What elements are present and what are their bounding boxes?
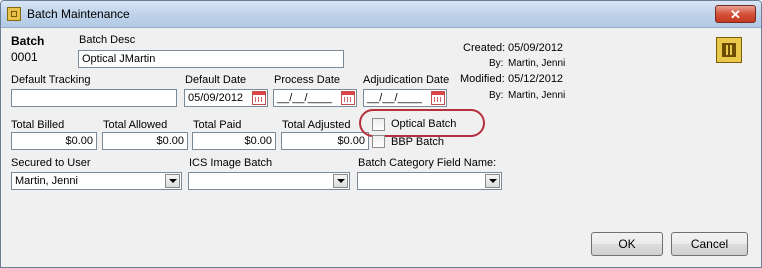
secured-user-value: Martin, Jenni bbox=[15, 175, 78, 187]
batch-desc-input[interactable]: Optical JMartin bbox=[78, 50, 344, 68]
calendar-icon[interactable] bbox=[341, 91, 355, 105]
total-paid-input[interactable]: $0.00 bbox=[192, 132, 276, 150]
calendar-icon[interactable] bbox=[252, 91, 266, 105]
adjudication-date-value: __/__/____ bbox=[367, 92, 423, 104]
cancel-button[interactable]: Cancel bbox=[671, 232, 748, 256]
close-button[interactable]: ✕ bbox=[715, 5, 756, 23]
category-select[interactable] bbox=[357, 172, 502, 190]
total-billed-label: Total Billed bbox=[11, 119, 65, 131]
batch-desc-label: Batch Desc bbox=[79, 34, 136, 46]
total-adjusted-label: Total Adjusted bbox=[282, 119, 351, 131]
default-tracking-input[interactable] bbox=[11, 89, 177, 107]
optical-batch-label: Optical Batch bbox=[391, 118, 457, 130]
secured-user-label: Secured to User bbox=[11, 157, 91, 169]
total-allowed-input[interactable]: $0.00 bbox=[102, 132, 188, 150]
adjudication-date-input[interactable]: __/__/____ bbox=[363, 89, 447, 107]
adjudication-date-label: Adjudication Date bbox=[363, 74, 450, 86]
default-date-input[interactable]: 05/09/2012 bbox=[184, 89, 268, 107]
modified-label: Modified: bbox=[460, 73, 505, 85]
chevron-down-icon[interactable] bbox=[333, 174, 348, 188]
bbp-batch-label: BBP Batch bbox=[391, 136, 444, 148]
process-date-value: __/__/____ bbox=[277, 92, 333, 104]
modified-by-label: By: bbox=[489, 90, 504, 101]
optical-batch-checkbox[interactable] bbox=[372, 118, 385, 131]
chevron-down-icon[interactable] bbox=[165, 174, 180, 188]
app-icon bbox=[7, 7, 21, 21]
total-allowed-label: Total Allowed bbox=[103, 119, 168, 131]
ics-image-select[interactable] bbox=[188, 172, 350, 190]
ok-button[interactable]: OK bbox=[591, 232, 663, 256]
batch-number: 0001 bbox=[11, 50, 38, 64]
created-by: Martin, Jenni bbox=[508, 58, 566, 69]
bbp-batch-checkbox[interactable] bbox=[372, 135, 385, 148]
total-adjusted-input[interactable]: $0.00 bbox=[281, 132, 369, 150]
batch-label: Batch bbox=[11, 34, 45, 48]
batch-maintenance-window: Batch Maintenance ✕ Batch 0001 Batch Des… bbox=[0, 0, 762, 268]
default-date-label: Default Date bbox=[185, 74, 247, 86]
modified-date: 05/12/2012 bbox=[508, 73, 564, 85]
ics-image-label: ICS Image Batch bbox=[189, 157, 273, 169]
total-paid-label: Total Paid bbox=[193, 119, 242, 131]
window-title: Batch Maintenance bbox=[27, 7, 130, 21]
secured-user-select[interactable]: Martin, Jenni bbox=[11, 172, 182, 190]
default-tracking-label: Default Tracking bbox=[11, 74, 91, 86]
batch-building-icon bbox=[716, 37, 742, 63]
process-date-input[interactable]: __/__/____ bbox=[273, 89, 357, 107]
title-bar[interactable]: Batch Maintenance ✕ bbox=[1, 1, 761, 28]
chevron-down-icon[interactable] bbox=[485, 174, 500, 188]
default-date-value: 05/09/2012 bbox=[188, 92, 244, 104]
process-date-label: Process Date bbox=[274, 74, 341, 86]
calendar-icon[interactable] bbox=[431, 91, 445, 105]
total-billed-input[interactable]: $0.00 bbox=[11, 132, 97, 150]
category-label: Batch Category Field Name: bbox=[358, 157, 497, 169]
created-date: 05/09/2012 bbox=[508, 42, 564, 54]
modified-by: Martin, Jenni bbox=[508, 90, 566, 101]
created-by-label: By: bbox=[489, 58, 504, 69]
created-label: Created: bbox=[463, 42, 506, 54]
